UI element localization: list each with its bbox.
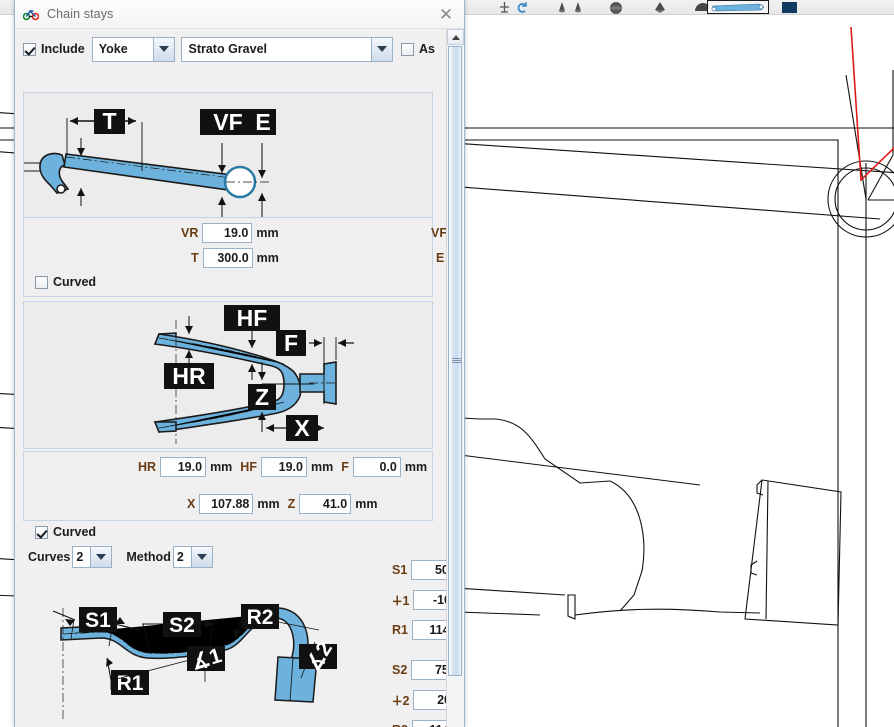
curved-checkbox-straight[interactable] <box>35 276 48 289</box>
angle2-label: ∔2 <box>392 693 409 708</box>
chainstay-icon[interactable] <box>707 0 769 14</box>
t-label: T <box>191 251 199 265</box>
vr-field[interactable] <box>202 223 252 243</box>
chain-stays-dialog: Chain stays ✕ Include Yoke Strato Gravel <box>14 0 465 727</box>
chevron-down-icon[interactable] <box>191 547 212 567</box>
hf-label: HF <box>240 460 257 474</box>
svg-text:F: F <box>284 330 298 356</box>
f-label: F <box>341 460 349 474</box>
svg-text:S2: S2 <box>169 614 195 637</box>
svg-text:T: T <box>102 108 116 134</box>
curved-label-straight: Curved <box>53 275 96 289</box>
chevron-down-icon[interactable] <box>90 547 111 567</box>
s1-label: S1 <box>392 563 407 577</box>
angle1-label: ∔1 <box>392 593 409 608</box>
close-icon[interactable]: ✕ <box>436 5 456 25</box>
vr-field-row: VR mm <box>181 223 287 243</box>
x-unit: mm <box>257 497 279 511</box>
curved-row-1: Curved <box>35 275 103 289</box>
hr-field[interactable] <box>160 457 206 477</box>
chainstay-top-view-diagram: HR HF <box>24 302 442 448</box>
x-field[interactable] <box>199 494 253 514</box>
chainstay-model-value: Strato Gravel <box>182 42 371 56</box>
vr-unit: mm <box>256 226 278 240</box>
rotate-icon[interactable] <box>514 0 530 14</box>
svg-text:R2: R2 <box>247 606 274 629</box>
e-label: E <box>436 251 444 265</box>
z-field[interactable] <box>299 494 351 514</box>
f-field[interactable] <box>353 457 401 477</box>
cone-pair-icon[interactable] <box>557 0 573 14</box>
chainstay-curve-profile-diagram: S1 S2 R1 <box>29 582 369 727</box>
hf-unit: mm <box>311 460 333 474</box>
sphere-icon[interactable] <box>605 0 627 14</box>
curved-checkbox[interactable] <box>35 526 48 539</box>
method-value: 2 <box>174 547 191 567</box>
curves-method-row: Curves 2 Method 2 <box>28 546 213 568</box>
dialog-titlebar[interactable]: Chain stays ✕ <box>15 0 464 29</box>
method-label: Method <box>126 550 170 564</box>
scroll-up-button[interactable] <box>447 29 464 45</box>
dialog-title: Chain stays <box>47 7 113 21</box>
r1-label: R1 <box>392 623 408 637</box>
t-field-row: T mm <box>191 248 287 268</box>
curved-label: Curved <box>53 525 96 539</box>
chainstay-top-view-panel: HR HF <box>23 301 433 449</box>
x-label: X <box>187 497 195 511</box>
include-checkbox[interactable] <box>23 43 36 56</box>
curve-diagram-wrap: S1 S2 R1 <box>29 582 369 727</box>
hr-unit: mm <box>210 460 232 474</box>
svg-text:HF: HF <box>237 305 268 331</box>
t-field[interactable] <box>203 248 253 268</box>
f-unit: mm <box>405 460 427 474</box>
bicycle-icon <box>23 6 39 22</box>
wedge-icon[interactable] <box>650 0 670 14</box>
scrollbar-grip-icon <box>452 358 461 364</box>
svg-text:S1: S1 <box>85 609 111 632</box>
color-swatch-icon[interactable] <box>779 0 799 14</box>
hf-field[interactable] <box>261 457 307 477</box>
dialog-vertical-scrollbar[interactable] <box>446 29 463 727</box>
anchor-icon[interactable] <box>496 0 512 14</box>
dialog-content: Include Yoke Strato Gravel As <box>15 29 443 727</box>
vr-label: VR <box>181 226 198 240</box>
z-unit: mm <box>355 497 377 511</box>
chevron-down-icon[interactable] <box>371 38 392 61</box>
yoke-row-2: X mm Z mm <box>187 494 385 514</box>
chainstay-type-combo[interactable]: Yoke <box>92 37 176 62</box>
yoke-row-1: HR mm HF mm F mm <box>138 457 435 477</box>
curves-value: 2 <box>73 547 90 567</box>
curves-combo[interactable]: 2 <box>72 546 112 568</box>
svg-text:X: X <box>294 415 310 441</box>
include-label: Include <box>41 42 85 56</box>
screen-root: Chain stays ✕ Include Yoke Strato Gravel <box>0 0 894 727</box>
as-checkbox[interactable] <box>401 43 414 56</box>
chevron-down-icon[interactable] <box>153 38 174 61</box>
svg-text:Z: Z <box>255 384 269 410</box>
include-row: Include Yoke Strato Gravel As <box>23 35 435 63</box>
z-label: Z <box>288 497 296 511</box>
chainstay-type-value: Yoke <box>93 42 154 56</box>
r2-label: R2 <box>392 723 408 727</box>
s2-label: S2 <box>392 663 407 677</box>
svg-text:HR: HR <box>172 363 206 389</box>
chainstay-model-combo[interactable]: Strato Gravel <box>181 37 393 62</box>
t-unit: mm <box>257 251 279 265</box>
cone-icon[interactable] <box>573 0 589 14</box>
as-label: As <box>419 42 435 56</box>
curved-row-2: Curved <box>35 525 103 539</box>
curves-label: Curves <box>28 550 70 564</box>
hr-label: HR <box>138 460 156 474</box>
vf-label: VF <box>431 226 447 240</box>
scrollbar-thumb[interactable] <box>448 46 462 676</box>
dialog-body: Include Yoke Strato Gravel As <box>15 29 464 727</box>
svg-text:VF: VF <box>213 109 242 135</box>
method-combo[interactable]: 2 <box>173 546 213 568</box>
svg-text:E: E <box>255 109 270 135</box>
